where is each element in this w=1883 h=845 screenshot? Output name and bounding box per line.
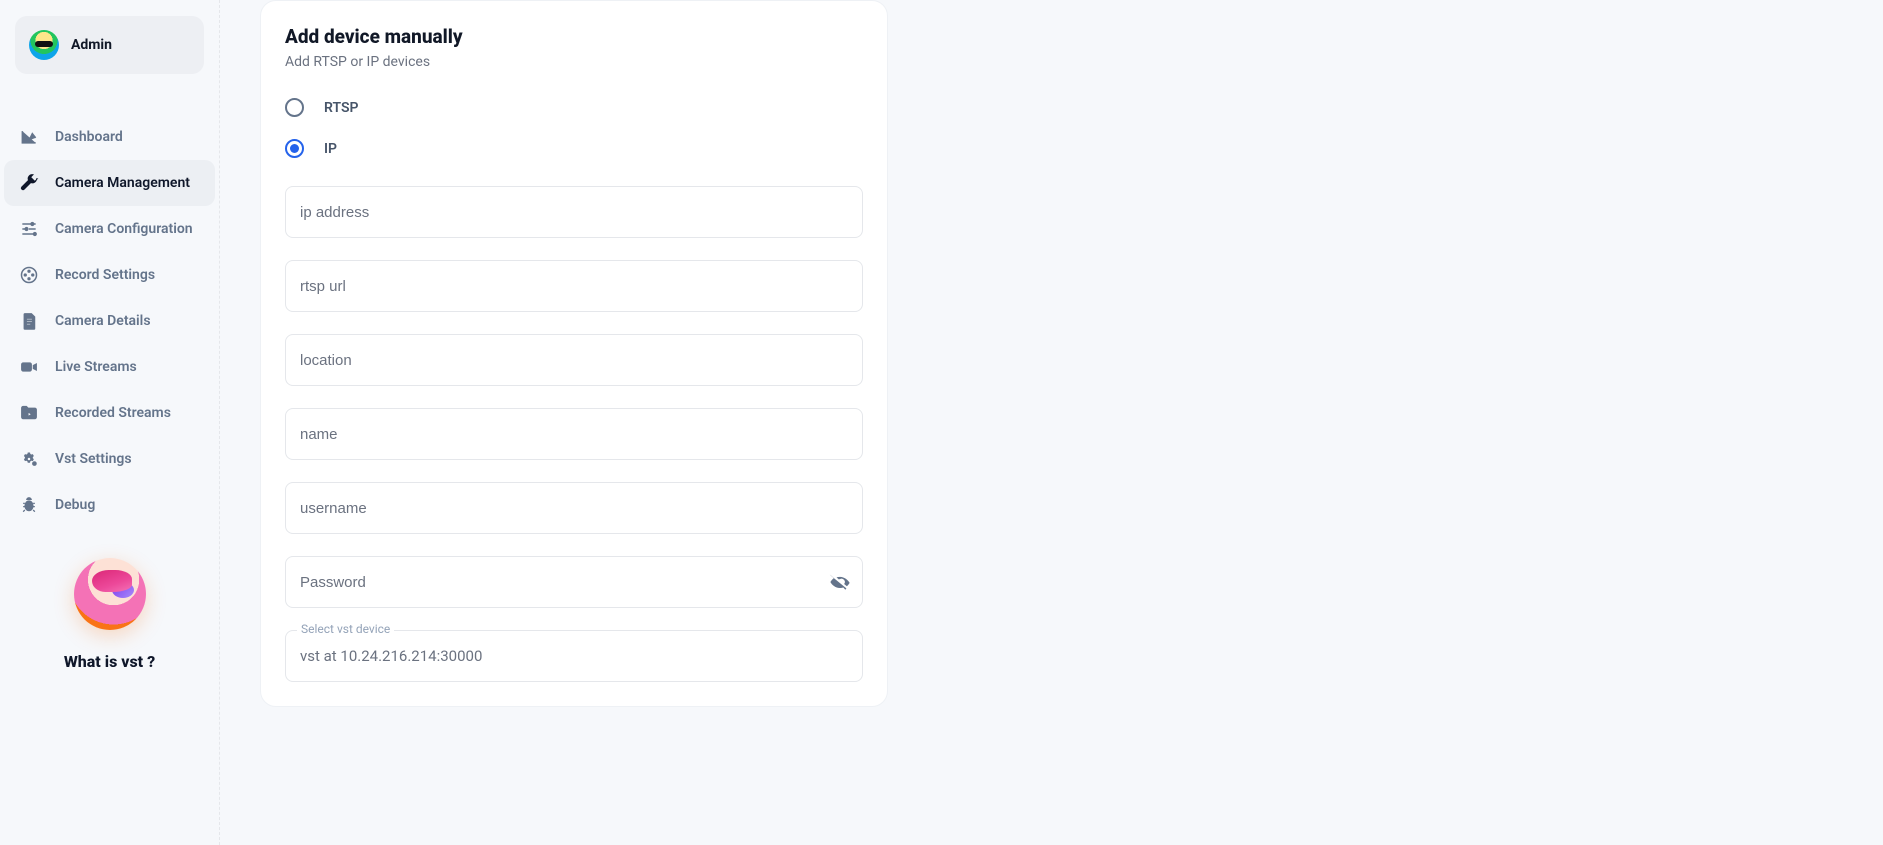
- location-input[interactable]: [285, 334, 863, 386]
- video-icon: [19, 357, 39, 377]
- reel-icon: [19, 265, 39, 285]
- rtsp-url-input[interactable]: [285, 260, 863, 312]
- sidebar-item-camera-details[interactable]: Camera Details: [4, 298, 215, 344]
- sidebar-item-label: Live Streams: [55, 359, 137, 375]
- sidebar-item-label: Vst Settings: [55, 451, 132, 467]
- eye-off-icon[interactable]: [829, 571, 851, 593]
- sliders-icon: [19, 219, 39, 239]
- bug-icon: [19, 495, 39, 515]
- user-card[interactable]: Admin: [15, 16, 204, 74]
- sidebar-item-dashboard[interactable]: Dashboard: [4, 114, 215, 160]
- dashboard-icon: [19, 127, 39, 147]
- radio-label: RTSP: [324, 100, 358, 116]
- avatar: [29, 30, 59, 60]
- field-ip-address: [285, 186, 863, 238]
- vst-device-select[interactable]: vst at 10.24.216.214:30000: [285, 630, 863, 682]
- sidebar-item-debug[interactable]: Debug: [4, 482, 215, 528]
- page-title: Add device manually: [285, 25, 863, 48]
- sidebar-item-label: Debug: [55, 497, 95, 513]
- sidebar-item-camera-management[interactable]: Camera Management: [4, 160, 215, 206]
- select-value: vst at 10.24.216.214:30000: [300, 647, 482, 665]
- sidebar-item-label: Record Settings: [55, 267, 155, 283]
- field-location: [285, 334, 863, 386]
- sidebar: Admin Dashboard Camera Management Camera…: [0, 0, 220, 845]
- radio-ip[interactable]: IP: [285, 139, 863, 158]
- radio-ring-icon: [285, 139, 304, 158]
- promo-card: What is vst ?: [8, 558, 211, 681]
- radio-rtsp[interactable]: RTSP: [285, 98, 863, 117]
- radio-label: IP: [324, 141, 337, 157]
- field-username: [285, 482, 863, 534]
- wrench-icon: [19, 173, 39, 193]
- device-type-radios: RTSP IP: [285, 98, 863, 158]
- main: Add device manually Add RTSP or IP devic…: [220, 0, 1883, 845]
- sidebar-item-label: Camera Management: [55, 175, 190, 191]
- username-input[interactable]: [285, 482, 863, 534]
- sidebar-item-vst-settings[interactable]: Vst Settings: [4, 436, 215, 482]
- sidebar-item-recorded-streams[interactable]: Recorded Streams: [4, 390, 215, 436]
- field-select-vst: Select vst device vst at 10.24.216.214:3…: [285, 630, 863, 682]
- name-input[interactable]: [285, 408, 863, 460]
- password-input[interactable]: [285, 556, 863, 608]
- sidebar-item-label: Camera Configuration: [55, 221, 193, 237]
- sidebar-item-label: Dashboard: [55, 129, 123, 145]
- sidebar-item-label: Recorded Streams: [55, 405, 171, 421]
- radio-ring-icon: [285, 98, 304, 117]
- select-floating-label: Select vst device: [297, 622, 394, 636]
- promo-avatar: [74, 558, 146, 630]
- sidebar-nav: Dashboard Camera Management Camera Confi…: [8, 114, 211, 528]
- sidebar-item-label: Camera Details: [55, 313, 151, 329]
- ip-address-input[interactable]: [285, 186, 863, 238]
- user-name: Admin: [71, 37, 112, 53]
- page-subtitle: Add RTSP or IP devices: [285, 54, 863, 70]
- sidebar-item-live-streams[interactable]: Live Streams: [4, 344, 215, 390]
- sidebar-item-camera-configuration[interactable]: Camera Configuration: [4, 206, 215, 252]
- field-rtsp-url: [285, 260, 863, 312]
- document-icon: [19, 311, 39, 331]
- sidebar-item-record-settings[interactable]: Record Settings: [4, 252, 215, 298]
- field-password: [285, 556, 863, 608]
- add-device-card: Add device manually Add RTSP or IP devic…: [260, 0, 888, 707]
- fields: Select vst device vst at 10.24.216.214:3…: [285, 186, 863, 682]
- folder-video-icon: [19, 403, 39, 423]
- promo-title: What is vst ?: [8, 652, 211, 671]
- field-name: [285, 408, 863, 460]
- gears-icon: [19, 449, 39, 469]
